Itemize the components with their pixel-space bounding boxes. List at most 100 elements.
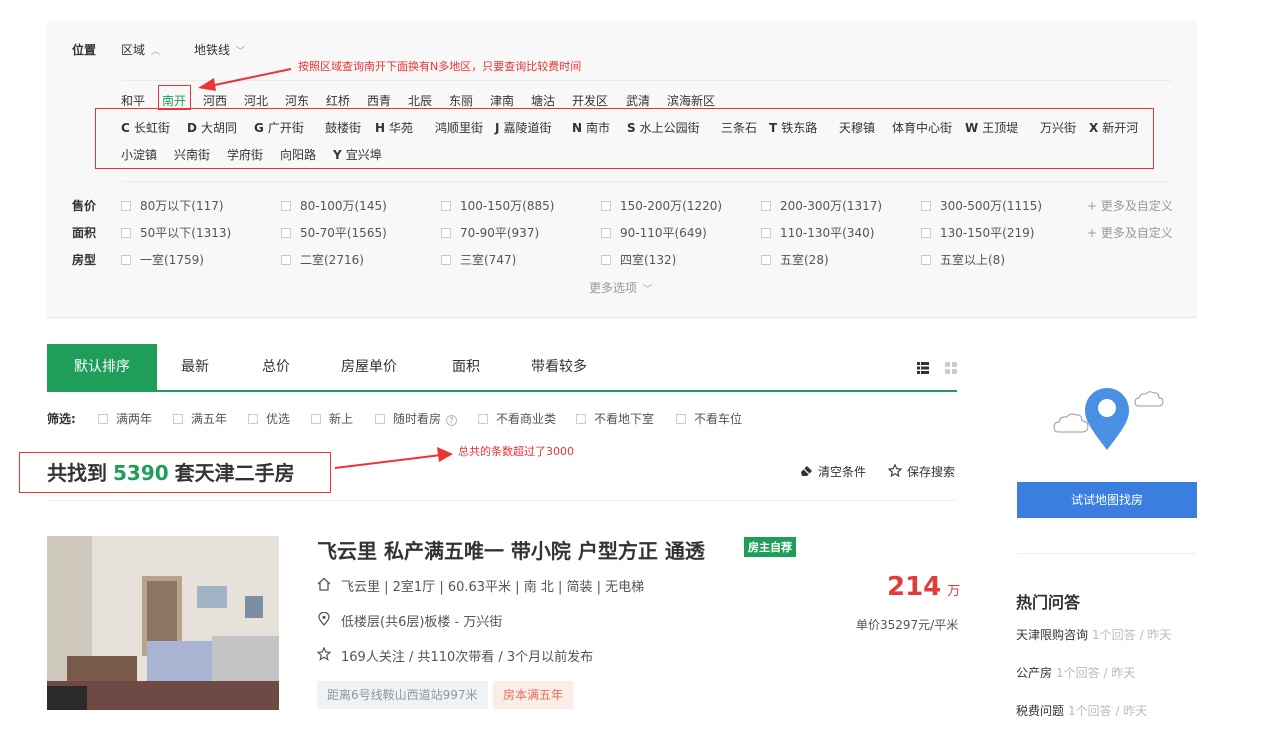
clear-conditions-button[interactable]: 清空条件 — [800, 463, 866, 480]
screen-option[interactable]: 不看地下室 — [576, 410, 654, 427]
room-option[interactable]: 二室(2716) — [281, 251, 364, 268]
price-option[interactable]: 80万以下(117) — [121, 197, 224, 214]
sort-tab-most-viewed[interactable]: 带看较多 — [531, 344, 587, 390]
listing-title[interactable]: 飞云里 私产满五唯一 带小院 户型方正 通透 — [317, 535, 705, 564]
list-view-icon[interactable] — [917, 362, 929, 374]
qa-item[interactable]: 公产房 1个回答 / 昨天 — [1016, 664, 1135, 681]
checkbox[interactable] — [601, 255, 611, 265]
listing-photo[interactable] — [47, 536, 279, 710]
district-item[interactable]: 河东 — [285, 92, 309, 109]
checkbox[interactable] — [441, 201, 451, 211]
area-option[interactable]: 50-70平(1565) — [281, 224, 387, 241]
screen-option[interactable]: 不看车位 — [676, 410, 742, 427]
area-more-custom-link[interactable]: + 更多及自定义 — [1087, 224, 1173, 241]
district-item[interactable]: 武清 — [626, 92, 650, 109]
room-option[interactable]: 三室(747) — [441, 251, 516, 268]
divider — [1017, 553, 1197, 554]
star-icon — [887, 463, 903, 478]
sort-tab-default[interactable]: 默认排序 — [47, 344, 157, 390]
district-item[interactable]: 河北 — [244, 92, 268, 109]
district-item[interactable]: 滨海新区 — [667, 92, 715, 109]
tab-subway[interactable]: 地铁线 ﹀ — [194, 41, 245, 58]
district-item[interactable]: 河西 — [203, 92, 227, 109]
checkbox[interactable] — [761, 255, 771, 265]
screen-option[interactable]: 新上 — [311, 410, 353, 427]
district-item[interactable]: 东丽 — [449, 92, 473, 109]
price-option[interactable]: 80-100万(145) — [281, 197, 387, 214]
screen-option[interactable]: 优选 — [248, 410, 290, 427]
district-item[interactable]: 和平 — [121, 92, 145, 109]
qa-item[interactable]: 天津限购咨询 1个回答 / 昨天 — [1016, 626, 1171, 643]
screen-filter-row: 筛选: 满两年 满五年 优选 新上 随时看房? 不看商业类 不看地下室 不看车位 — [47, 410, 957, 426]
checkbox[interactable] — [921, 201, 931, 211]
qa-item[interactable]: 税费问题 1个回答 / 昨天 — [1016, 702, 1147, 719]
sort-tab-area[interactable]: 面积 — [452, 344, 480, 390]
screen-option[interactable]: 不看商业类 — [478, 410, 556, 427]
district-item[interactable]: 开发区 — [572, 92, 608, 109]
area-label: 面积 — [72, 226, 97, 240]
checkbox[interactable] — [121, 228, 131, 238]
area-option[interactable]: 90-110平(649) — [601, 224, 707, 241]
checkbox[interactable] — [375, 414, 385, 424]
checkbox[interactable] — [311, 414, 321, 424]
grid-view-icon[interactable] — [945, 362, 957, 374]
price-option[interactable]: 150-200万(1220) — [601, 197, 722, 214]
checkbox[interactable] — [921, 255, 931, 265]
sort-tab-newest[interactable]: 最新 — [181, 344, 209, 390]
area-option[interactable]: 130-150平(219) — [921, 224, 1034, 241]
five-years-tag: 房本满五年 — [493, 681, 574, 709]
checkbox[interactable] — [601, 228, 611, 238]
checkbox[interactable] — [121, 201, 131, 211]
map-search-button[interactable]: 试试地图找房 — [1017, 482, 1197, 518]
checkbox[interactable] — [121, 255, 131, 265]
district-item[interactable]: 塘沽 — [531, 92, 555, 109]
hot-qa-title: 热门问答 — [1016, 593, 1081, 612]
room-option[interactable]: 一室(1759) — [121, 251, 204, 268]
checkbox[interactable] — [676, 414, 686, 424]
screen-option[interactable]: 满五年 — [173, 410, 227, 427]
more-options-toggle[interactable]: 更多选项 ﹀ — [589, 279, 652, 296]
price-option[interactable]: 200-300万(1317) — [761, 197, 882, 214]
checkbox[interactable] — [173, 414, 183, 424]
price-more-custom-link[interactable]: + 更多及自定义 — [1087, 197, 1173, 214]
district-item[interactable]: 津南 — [490, 92, 514, 109]
area-option[interactable]: 50平以下(1313) — [121, 224, 231, 241]
screen-option[interactable]: 满两年 — [98, 410, 152, 427]
room-label: 房型 — [72, 253, 97, 267]
sort-tab-total-price[interactable]: 总价 — [262, 344, 290, 390]
area-option[interactable]: 70-90平(937) — [441, 224, 539, 241]
checkbox[interactable] — [98, 414, 108, 424]
district-item[interactable]: 红桥 — [326, 92, 350, 109]
room-option[interactable]: 五室以上(8) — [921, 251, 1005, 268]
owner-recommend-badge: 房主自荐 — [744, 537, 796, 557]
room-option[interactable]: 四室(132) — [601, 251, 676, 268]
checkbox[interactable] — [248, 414, 258, 424]
checkbox[interactable] — [441, 255, 451, 265]
annotation-box-subareas — [95, 108, 1154, 169]
checkbox[interactable] — [601, 201, 611, 211]
checkbox[interactable] — [281, 228, 291, 238]
checkbox[interactable] — [576, 414, 586, 424]
tab-district[interactable]: 区域 ︿ — [121, 41, 160, 58]
save-search-button[interactable]: 保存搜索 — [887, 463, 955, 480]
result-count-heading: 共找到 5390 套天津二手房 — [47, 461, 295, 485]
district-item[interactable]: 西青 — [367, 92, 391, 109]
help-icon[interactable]: ? — [446, 415, 458, 426]
checkbox[interactable] — [441, 228, 451, 238]
checkbox[interactable] — [921, 228, 931, 238]
area-option[interactable]: 110-130平(340) — [761, 224, 874, 241]
checkbox[interactable] — [761, 201, 771, 211]
checkbox[interactable] — [281, 201, 291, 211]
annotation-arrow — [198, 68, 292, 91]
district-item[interactable]: 北辰 — [408, 92, 432, 109]
checkbox[interactable] — [761, 228, 771, 238]
sort-tab-unit-price[interactable]: 房屋单价 — [341, 344, 397, 390]
sort-bar: 默认排序 最新 总价 房屋单价 面积 带看较多 — [47, 344, 957, 392]
screen-option[interactable]: 随时看房? — [375, 410, 458, 427]
price-option[interactable]: 100-150万(885) — [441, 197, 554, 214]
checkbox[interactable] — [478, 414, 488, 424]
price-option[interactable]: 300-500万(1115) — [921, 197, 1042, 214]
total-price: 214 万 — [887, 572, 961, 602]
room-option[interactable]: 五室(28) — [761, 251, 829, 268]
checkbox[interactable] — [281, 255, 291, 265]
